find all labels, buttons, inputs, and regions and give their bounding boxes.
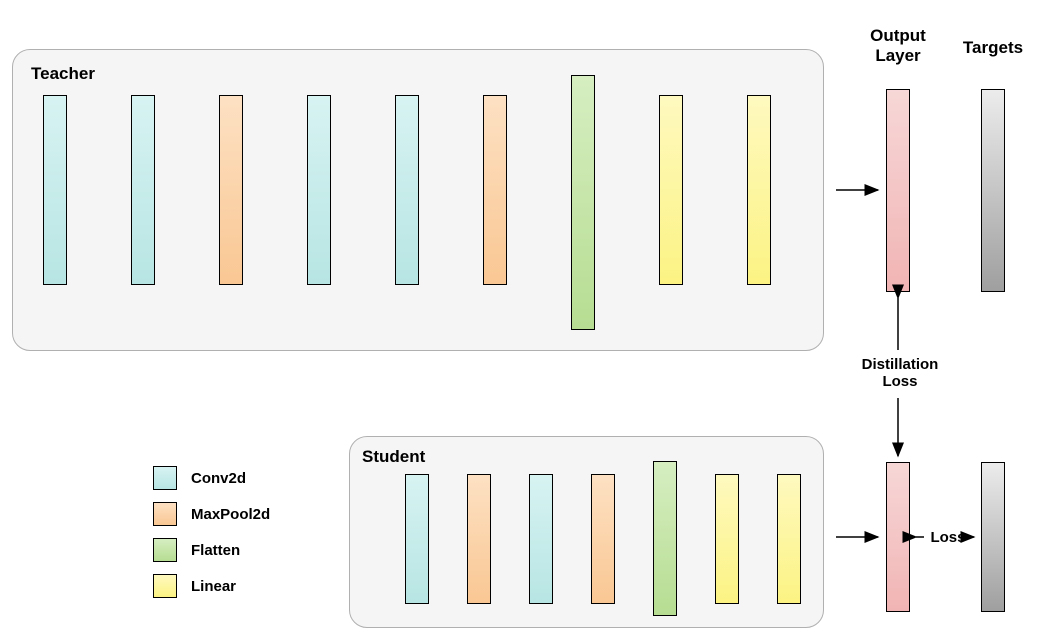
teacher-layer-5-pool bbox=[483, 95, 507, 285]
teacher-target-layer bbox=[981, 89, 1005, 292]
student-layer-5-linear bbox=[715, 474, 739, 604]
output-layer-heading-line2: Layer bbox=[875, 46, 920, 65]
legend-linear-label: Linear bbox=[191, 578, 236, 595]
output-layer-heading: Output Layer bbox=[858, 26, 938, 66]
loss-label: Loss bbox=[923, 529, 973, 546]
legend-pool-swatch bbox=[153, 502, 177, 526]
distillation-loss-label: Distillation Loss bbox=[855, 356, 945, 390]
student-layer-3-pool bbox=[591, 474, 615, 604]
legend-pool: MaxPool2d bbox=[153, 502, 270, 526]
legend-pool-label: MaxPool2d bbox=[191, 506, 270, 523]
student-layer-6-linear bbox=[777, 474, 801, 604]
teacher-layer-1-conv bbox=[131, 95, 155, 285]
student-layer-1-pool bbox=[467, 474, 491, 604]
teacher-layer-8-linear bbox=[747, 95, 771, 285]
legend-flat-swatch bbox=[153, 538, 177, 562]
teacher-layer-0-conv bbox=[43, 95, 67, 285]
legend-conv-swatch bbox=[153, 466, 177, 490]
student-output-layer bbox=[886, 462, 910, 612]
legend-flat-label: Flatten bbox=[191, 542, 240, 559]
teacher-layer-2-pool bbox=[219, 95, 243, 285]
teacher-layer-6-flat bbox=[571, 75, 595, 330]
legend-flat: Flatten bbox=[153, 538, 240, 562]
teacher-layer-7-linear bbox=[659, 95, 683, 285]
teacher-output-layer bbox=[886, 89, 910, 292]
student-layer-4-flat bbox=[653, 461, 677, 616]
legend-conv: Conv2d bbox=[153, 466, 246, 490]
legend-conv-label: Conv2d bbox=[191, 470, 246, 487]
student-layer-0-conv bbox=[405, 474, 429, 604]
distillation-loss-line2: Loss bbox=[882, 373, 917, 390]
teacher-layer-4-conv bbox=[395, 95, 419, 285]
teacher-title: Teacher bbox=[31, 64, 95, 84]
student-layer-2-conv bbox=[529, 474, 553, 604]
output-layer-heading-line1: Output bbox=[870, 26, 926, 45]
legend-linear-swatch bbox=[153, 574, 177, 598]
student-title: Student bbox=[362, 447, 425, 467]
distillation-loss-line1: Distillation bbox=[862, 356, 939, 373]
teacher-layer-3-conv bbox=[307, 95, 331, 285]
student-target-layer bbox=[981, 462, 1005, 612]
legend-linear: Linear bbox=[153, 574, 236, 598]
targets-heading: Targets bbox=[953, 38, 1033, 58]
